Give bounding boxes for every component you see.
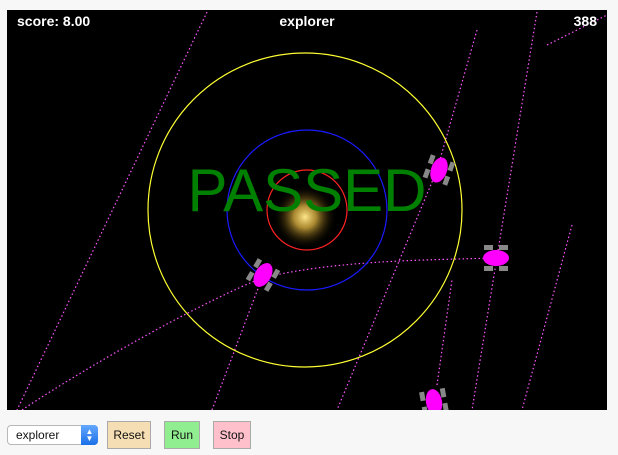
run-button[interactable]: Run [164,421,200,449]
trail-line [16,11,208,410]
robot-body [483,250,509,266]
robot-wheel [499,266,508,271]
robot-wheel [439,387,447,398]
robot-wheel [484,266,493,271]
chevron-updown-icon: ▲ ▼ [81,425,98,445]
game-canvas: PASSED score: 8.00 explorer 388 [7,10,607,410]
robot-wheel [499,245,508,250]
robot-icon [422,154,456,186]
trail-line [436,279,453,386]
arena-svg: PASSED [16,11,607,410]
trail-line [521,224,573,410]
trail-line [211,277,263,410]
robot-wheel [245,271,255,282]
robot-wheel [419,391,426,402]
robot-icon [483,245,509,271]
reset-button[interactable]: Reset [107,421,151,449]
robot-wheel [484,245,493,250]
program-select-value: explorer [16,428,60,442]
trail-line [471,11,538,410]
robot-wheel [447,161,456,172]
robot-wheel [271,268,281,279]
stop-button[interactable]: Stop [213,421,251,449]
robot-icon [419,387,449,410]
robot-icon [245,258,281,292]
step-counter: 388 [573,13,597,29]
robot-wheel [442,402,449,410]
program-name-label: explorer [279,13,335,29]
trail-line [436,29,478,171]
program-select[interactable]: explorer ▲ ▼ [7,425,98,445]
passed-status-text: PASSED [188,157,427,224]
